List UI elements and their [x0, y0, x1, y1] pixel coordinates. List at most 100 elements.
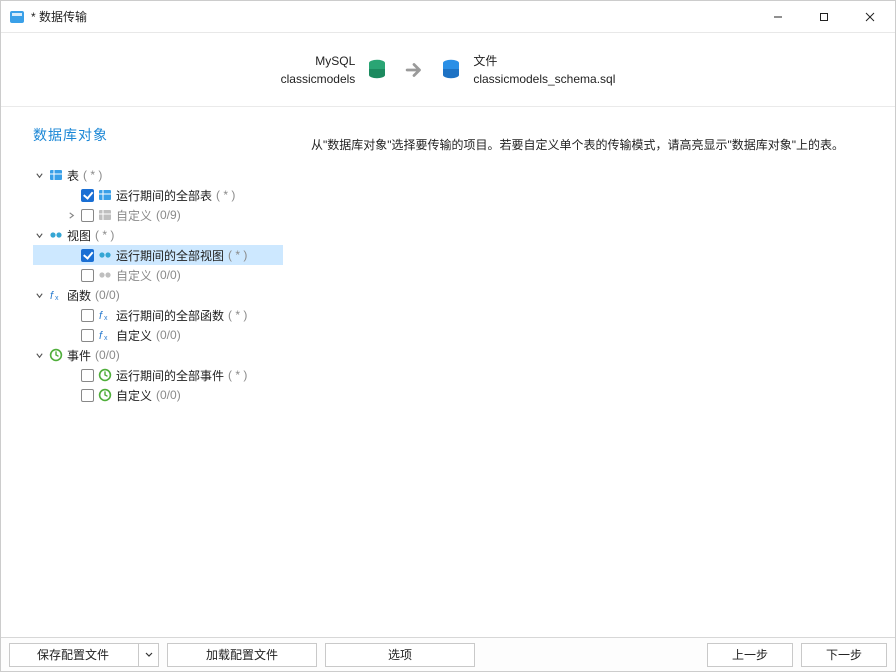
chevron-down-icon[interactable] — [33, 169, 45, 181]
tree-count: ( * ) — [228, 308, 247, 322]
checkbox[interactable] — [81, 269, 94, 282]
panel-title: 数据库对象 — [33, 125, 283, 145]
tree-item-functions-runtime[interactable]: fx 运行期间的全部函数 ( * ) — [33, 305, 283, 325]
source-name: classicmodels — [281, 70, 356, 88]
clock-icon — [98, 368, 112, 382]
svg-text:x: x — [104, 315, 108, 322]
checkbox[interactable] — [81, 209, 94, 222]
clock-icon — [49, 348, 63, 362]
tree-label: 运行期间的全部函数 — [116, 307, 224, 324]
tree-item-tables-runtime[interactable]: 运行期间的全部表 ( * ) — [33, 185, 283, 205]
function-icon: fx — [98, 308, 112, 322]
hint-text: 从"数据库对象"选择要传输的项目。若要自定义单个表的传输模式，请高亮显示"数据库… — [311, 135, 871, 155]
view-icon — [98, 248, 112, 262]
view-icon — [49, 228, 63, 242]
tree-count: (0/0) — [156, 388, 181, 402]
tree-label: 运行期间的全部表 — [116, 187, 212, 204]
tree-count: (0/0) — [95, 348, 120, 362]
button-label: 下一步 — [826, 646, 862, 663]
svg-text:f: f — [99, 330, 103, 342]
tree-label: 自定义 — [116, 207, 152, 224]
database-icon — [365, 58, 389, 82]
tree-count: ( * ) — [83, 168, 102, 182]
transfer-summary: MySQL classicmodels 文件 classicmodels_sch… — [1, 33, 895, 107]
chevron-down-icon[interactable] — [33, 349, 45, 361]
hint-panel: 从"数据库对象"选择要传输的项目。若要自定义单个表的传输模式，请高亮显示"数据库… — [293, 107, 895, 637]
checkbox[interactable] — [81, 189, 94, 202]
tree-group-functions[interactable]: fx 函数 (0/0) — [33, 285, 283, 305]
table-icon — [49, 168, 63, 182]
body: 数据库对象 表 ( * ) 运行期间的全部表 ( * ) — [1, 107, 895, 637]
database-icon — [439, 58, 463, 82]
tree-count: (0/9) — [156, 208, 181, 222]
tree-item-views-custom[interactable]: 自定义 (0/0) — [33, 265, 283, 285]
chevron-down-icon[interactable] — [33, 289, 45, 301]
button-label: 上一步 — [732, 646, 768, 663]
chevron-right-icon[interactable] — [65, 209, 77, 221]
tree-count: ( * ) — [228, 248, 247, 262]
button-label: 选项 — [388, 646, 412, 663]
close-button[interactable] — [847, 2, 893, 32]
tree-item-events-custom[interactable]: 自定义 (0/0) — [33, 385, 283, 405]
save-profile-button[interactable]: 保存配置文件 — [9, 643, 159, 667]
function-icon: fx — [98, 328, 112, 342]
tree-item-tables-custom[interactable]: 自定义 (0/9) — [33, 205, 283, 225]
app-icon — [9, 9, 25, 25]
tree-label: 自定义 — [116, 387, 152, 404]
tree-label: 运行期间的全部视图 — [116, 247, 224, 264]
window-title: * 数据传输 — [31, 8, 87, 25]
tree-item-functions-custom[interactable]: fx 自定义 (0/0) — [33, 325, 283, 345]
tree-label: 运行期间的全部事件 — [116, 367, 224, 384]
tree-label: 视图 — [67, 227, 91, 244]
checkbox[interactable] — [81, 309, 94, 322]
tree-count: ( * ) — [228, 368, 247, 382]
tree-count: (0/0) — [95, 288, 120, 302]
button-label: 保存配置文件 — [37, 646, 109, 663]
options-button[interactable]: 选项 — [325, 643, 475, 667]
tree-count: ( * ) — [216, 188, 235, 202]
source-summary: MySQL classicmodels — [281, 52, 390, 88]
tree-group-events[interactable]: 事件 (0/0) — [33, 345, 283, 365]
maximize-button[interactable] — [801, 2, 847, 32]
tree-group-tables[interactable]: 表 ( * ) — [33, 165, 283, 185]
checkbox[interactable] — [81, 389, 94, 402]
svg-text:f: f — [99, 310, 103, 322]
chevron-down-icon[interactable] — [33, 229, 45, 241]
function-icon: fx — [49, 288, 63, 302]
data-transfer-window: * 数据传输 MySQL classicmodels 文件 classicmo — [0, 0, 896, 672]
source-type: MySQL — [281, 52, 356, 70]
svg-text:x: x — [104, 335, 108, 342]
checkbox[interactable] — [81, 329, 94, 342]
button-label: 加载配置文件 — [206, 646, 278, 663]
svg-text:f: f — [50, 290, 54, 302]
load-profile-button[interactable]: 加载配置文件 — [167, 643, 317, 667]
checkbox[interactable] — [81, 369, 94, 382]
svg-text:x: x — [55, 295, 59, 302]
checkbox[interactable] — [81, 249, 94, 262]
tree-item-views-runtime[interactable]: 运行期间的全部视图 ( * ) — [33, 245, 283, 265]
clock-icon — [98, 388, 112, 402]
tree-label: 自定义 — [116, 267, 152, 284]
tree-label: 表 — [67, 167, 79, 184]
target-name: classicmodels_schema.sql — [473, 70, 615, 88]
tree-label: 函数 — [67, 287, 91, 304]
table-icon — [98, 208, 112, 222]
tree-count: ( * ) — [95, 228, 114, 242]
dropdown-caret-icon[interactable] — [138, 644, 158, 666]
tree-count: (0/0) — [156, 328, 181, 342]
previous-button[interactable]: 上一步 — [707, 643, 793, 667]
arrow-icon — [403, 59, 425, 81]
tree-group-views[interactable]: 视图 ( * ) — [33, 225, 283, 245]
tree-count: (0/0) — [156, 268, 181, 282]
table-icon — [98, 188, 112, 202]
minimize-button[interactable] — [755, 2, 801, 32]
target-type: 文件 — [473, 52, 615, 70]
next-button[interactable]: 下一步 — [801, 643, 887, 667]
tree-label: 事件 — [67, 347, 91, 364]
objects-tree: 表 ( * ) 运行期间的全部表 ( * ) 自定义 (0/9) — [33, 165, 283, 405]
tree-label: 自定义 — [116, 327, 152, 344]
tree-item-events-runtime[interactable]: 运行期间的全部事件 ( * ) — [33, 365, 283, 385]
view-icon — [98, 268, 112, 282]
objects-panel: 数据库对象 表 ( * ) 运行期间的全部表 ( * ) — [1, 107, 293, 637]
footer: 保存配置文件 加载配置文件 选项 上一步 下一步 — [1, 637, 895, 671]
